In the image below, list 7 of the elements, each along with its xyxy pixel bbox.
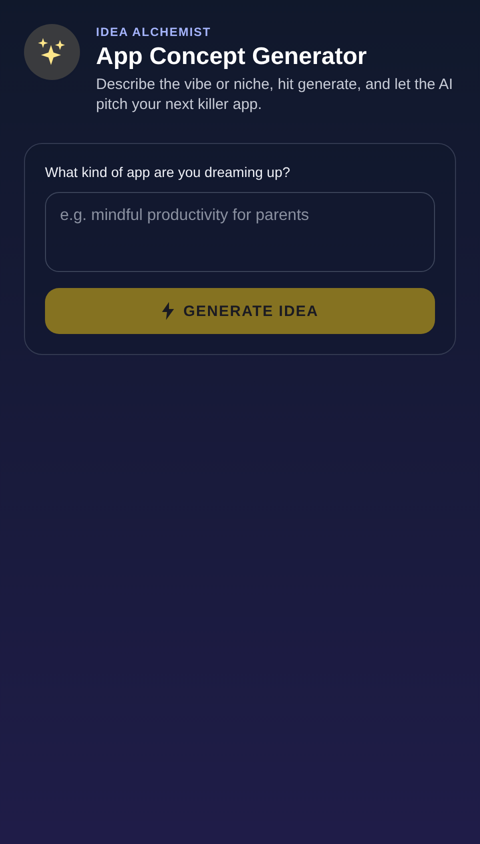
sparkles-icon (37, 37, 67, 67)
idea-input-field[interactable]: e.g. mindful productivity for parents (45, 192, 435, 272)
page-subtitle: Describe the vibe or niche, hit generate, and let the AI pitch your next killer app. (96, 75, 454, 115)
lightning-icon (161, 302, 176, 320)
field-label: What kind of app are you dreaming up? (45, 164, 292, 180)
page-title: App Concept Generator (96, 43, 368, 71)
eyebrow-label: IDEA ALCHEMIST (96, 25, 212, 39)
